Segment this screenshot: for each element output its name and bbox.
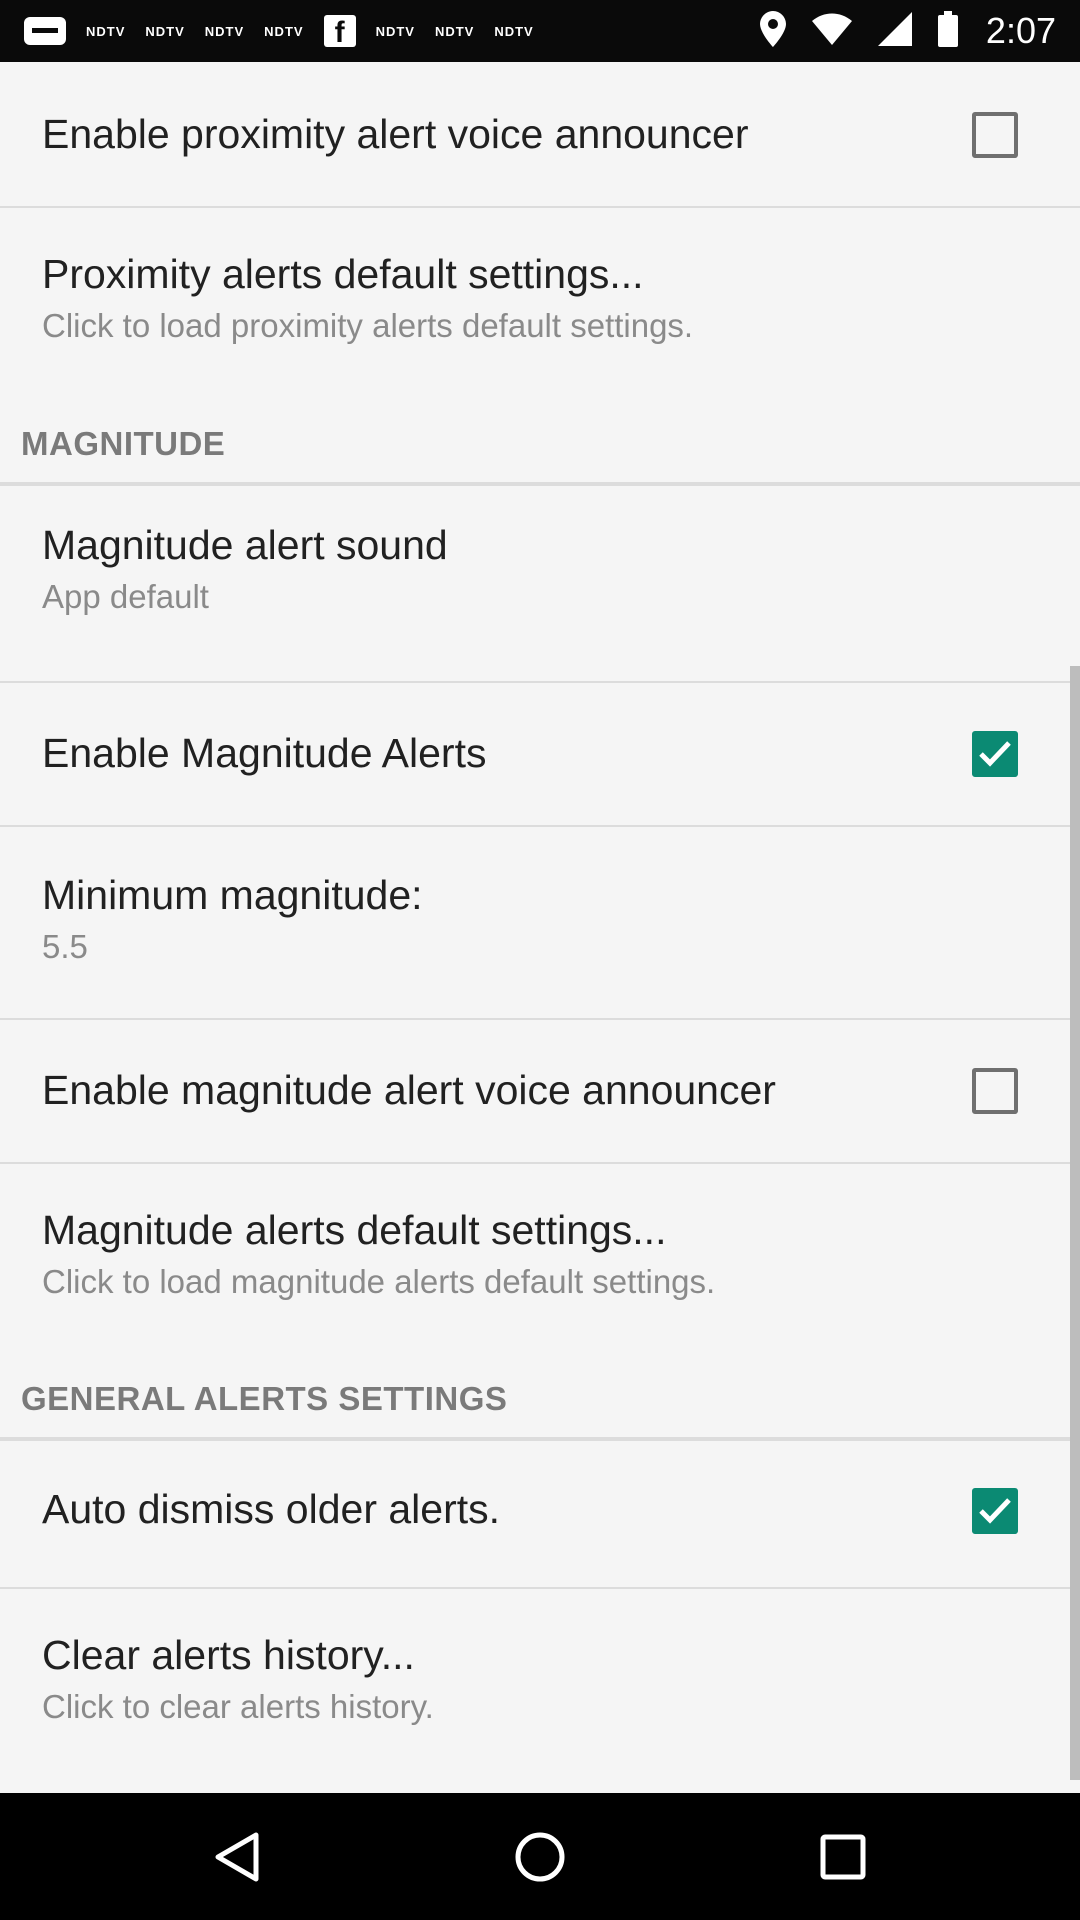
ndtv-notification-icon: NDTV	[434, 23, 475, 39]
proximity-voice-checkbox[interactable]	[972, 112, 1018, 158]
location-icon	[759, 10, 786, 52]
pref-proximity-voice-announcer[interactable]: Enable proximity alert voice announcer	[0, 62, 1080, 206]
back-icon	[215, 1832, 259, 1881]
enable-magnitude-checkbox[interactable]	[972, 731, 1018, 777]
auto-dismiss-checkbox[interactable]	[972, 1488, 1018, 1534]
home-button[interactable]	[460, 1793, 620, 1920]
clock: 2:07	[985, 10, 1056, 51]
pref-title: Magnitude alerts default settings...	[42, 1207, 667, 1253]
ndtv-notification-icon: NDTV	[204, 23, 245, 39]
pref-title: Minimum magnitude:	[42, 872, 423, 918]
navigation-bar	[0, 1793, 1080, 1920]
facebook-icon: f	[323, 15, 356, 49]
ndtv-notification-icon: NDTV	[494, 23, 534, 39]
status-bar: NDTV NDTV NDTV NDTV f NDTV NDTV NDTV 2:0…	[0, 0, 1080, 62]
wifi-icon	[811, 13, 852, 50]
ndtv-notification-icon: NDTV	[145, 23, 185, 39]
pref-title: Enable proximity alert voice announcer	[42, 111, 749, 157]
pref-magnitude-alert-sound[interactable]: Magnitude alert sound App default	[0, 486, 1080, 681]
ndtv-notification-icon: NDTV	[86, 23, 126, 39]
recents-icon	[820, 1834, 866, 1879]
pref-summary: Click to load proximity alerts default s…	[42, 307, 694, 344]
magnitude-voice-checkbox[interactable]	[972, 1068, 1018, 1114]
pref-clear-alerts-history[interactable]: Clear alerts history... Click to clear a…	[0, 1589, 1080, 1779]
pref-proximity-defaults[interactable]: Proximity alerts default settings... Cli…	[0, 208, 1080, 408]
message-icon	[24, 17, 66, 45]
pref-title: Magnitude alert sound	[42, 522, 448, 568]
pref-summary: App default	[42, 578, 209, 615]
scrollbar[interactable]	[1070, 666, 1080, 1780]
category-header-general-alerts: GENERAL ALERTS SETTINGS	[21, 1380, 508, 1417]
pref-title: Proximity alerts default settings...	[42, 251, 644, 297]
pref-title: Enable Magnitude Alerts	[42, 730, 487, 776]
settings-list[interactable]: Enable proximity alert voice announcer P…	[0, 62, 1080, 1780]
pref-magnitude-defaults[interactable]: Magnitude alerts default settings... Cli…	[0, 1164, 1080, 1364]
battery-icon	[937, 10, 958, 52]
pref-minimum-magnitude[interactable]: Minimum magnitude: 5.5	[0, 827, 1080, 1018]
ndtv-notification-icon: NDTV	[375, 23, 415, 39]
category-header-magnitude: MAGNITUDE	[21, 425, 226, 462]
pref-summary: Click to clear alerts history.	[42, 1688, 434, 1725]
home-icon	[515, 1832, 565, 1881]
recents-button[interactable]	[763, 1793, 923, 1920]
pref-title: Enable magnitude alert voice announcer	[42, 1067, 776, 1113]
back-button[interactable]	[157, 1793, 317, 1920]
pref-title: Auto dismiss older alerts.	[42, 1486, 501, 1532]
pref-title: Clear alerts history...	[42, 1632, 415, 1678]
pref-summary: 5.5	[42, 928, 88, 965]
pref-magnitude-voice-announcer[interactable]: Enable magnitude alert voice announcer	[0, 1020, 1080, 1162]
pref-auto-dismiss[interactable]: Auto dismiss older alerts.	[0, 1441, 1080, 1587]
signal-icon	[877, 11, 912, 51]
pref-enable-magnitude-alerts[interactable]: Enable Magnitude Alerts	[0, 683, 1080, 825]
ndtv-notification-icon: NDTV	[264, 23, 304, 39]
pref-summary: Click to load magnitude alerts default s…	[42, 1263, 716, 1300]
